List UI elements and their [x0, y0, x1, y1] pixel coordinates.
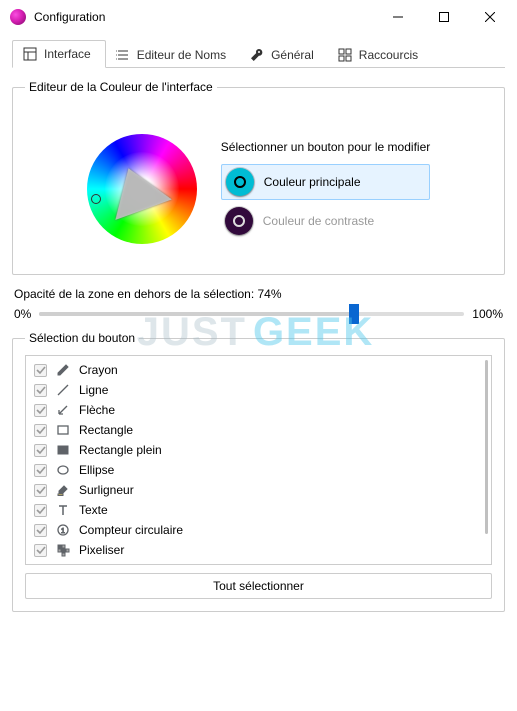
opacity-slider[interactable] [39, 312, 464, 316]
opacity-slider-row: 0% 100% [14, 307, 503, 321]
list-item[interactable]: Ligne [28, 380, 489, 400]
button-selection-legend: Sélection du bouton [25, 331, 139, 345]
interface-icon [23, 47, 37, 61]
primary-label: Couleur principale [264, 175, 361, 189]
list-item[interactable]: Texte [28, 500, 489, 520]
item-label: Texte [79, 503, 108, 517]
color-hint: Sélectionner un bouton pour le modifier [221, 140, 430, 154]
color-options: Sélectionner un bouton pour le modifier … [221, 140, 430, 238]
checkbox[interactable] [34, 544, 47, 557]
tab-label: Raccourcis [359, 48, 418, 62]
title-bar: Configuration [0, 0, 517, 34]
color-editor-body: Sélectionner un bouton pour le modifier … [25, 104, 492, 262]
tab-label: Interface [44, 47, 91, 61]
pencil-icon [55, 362, 71, 378]
tab-label: Général [271, 48, 314, 62]
list-icon [116, 48, 130, 62]
highlighter-icon [55, 482, 71, 498]
checkbox[interactable] [34, 524, 47, 537]
list-item[interactable]: Flèche [28, 400, 489, 420]
color-editor-group: Editeur de la Couleur de l'interface Sél… [12, 80, 505, 275]
tab-interface[interactable]: Interface [12, 40, 106, 68]
checkbox[interactable] [34, 404, 47, 417]
grid-icon [338, 48, 352, 62]
window-controls [375, 2, 513, 32]
item-label: Rectangle [79, 423, 133, 437]
app-icon [10, 9, 26, 25]
color-primary-option[interactable]: Couleur principale [221, 164, 430, 200]
minimize-button[interactable] [375, 2, 421, 32]
text-icon [55, 502, 71, 518]
counter-icon: 1 [55, 522, 71, 538]
maximize-button[interactable] [421, 2, 467, 32]
ellipse-icon [55, 462, 71, 478]
item-label: Pixeliser [79, 543, 124, 557]
client-area: Interface Editeur de Noms Général Raccou… [0, 34, 517, 636]
item-label: Flèche [79, 403, 115, 417]
color-editor-legend: Editeur de la Couleur de l'interface [25, 80, 217, 94]
color-contrast-option[interactable]: Couleur de contraste [221, 204, 430, 238]
line-icon [55, 382, 71, 398]
list-item[interactable]: 1 Compteur circulaire [28, 520, 489, 540]
opacity-label: Opacité de la zone en dehors de la sélec… [14, 287, 503, 301]
primary-swatch [226, 168, 254, 196]
color-wheel[interactable] [87, 134, 197, 244]
checkbox[interactable] [34, 504, 47, 517]
list-item[interactable]: Surligneur [28, 480, 489, 500]
arrow-icon [55, 402, 71, 418]
select-all-button[interactable]: Tout sélectionner [25, 573, 492, 599]
wrench-icon [250, 48, 264, 62]
button-list[interactable]: Crayon Ligne Flèche Rectangle Rectan [25, 355, 492, 565]
window-title: Configuration [34, 10, 375, 24]
opacity-min: 0% [14, 307, 31, 321]
button-selection-group: Sélection du bouton Crayon Ligne Flèche [12, 331, 505, 612]
item-label: Ellipse [79, 463, 114, 477]
checkbox[interactable] [34, 384, 47, 397]
opacity-thumb[interactable] [349, 304, 359, 324]
list-item[interactable]: Ellipse [28, 460, 489, 480]
tab-shortcuts[interactable]: Raccourcis [328, 42, 432, 68]
rectangle-filled-icon [55, 442, 71, 458]
rectangle-icon [55, 422, 71, 438]
checkbox[interactable] [34, 464, 47, 477]
tab-label: Editeur de Noms [137, 48, 226, 62]
opacity-max: 100% [472, 307, 503, 321]
list-item[interactable]: Pixeliser [28, 540, 489, 560]
list-item[interactable]: Rectangle [28, 420, 489, 440]
item-label: Compteur circulaire [79, 523, 183, 537]
checkbox[interactable] [34, 484, 47, 497]
svg-text:1: 1 [61, 528, 65, 535]
tab-name-editor[interactable]: Editeur de Noms [106, 42, 240, 68]
checkbox[interactable] [34, 424, 47, 437]
checkbox[interactable] [34, 364, 47, 377]
item-label: Surligneur [79, 483, 134, 497]
close-button[interactable] [467, 2, 513, 32]
item-label: Crayon [79, 363, 118, 377]
list-item[interactable]: Rectangle plein [28, 440, 489, 460]
item-label: Rectangle plein [79, 443, 162, 457]
list-item[interactable]: Crayon [28, 360, 489, 380]
pixelate-icon [55, 542, 71, 558]
tab-general[interactable]: Général [240, 42, 328, 68]
contrast-label: Couleur de contraste [263, 214, 374, 228]
opacity-block: Opacité de la zone en dehors de la sélec… [14, 287, 503, 321]
checkbox[interactable] [34, 444, 47, 457]
tab-strip: Interface Editeur de Noms Général Raccou… [12, 38, 505, 68]
item-label: Ligne [79, 383, 108, 397]
contrast-swatch [225, 207, 253, 235]
